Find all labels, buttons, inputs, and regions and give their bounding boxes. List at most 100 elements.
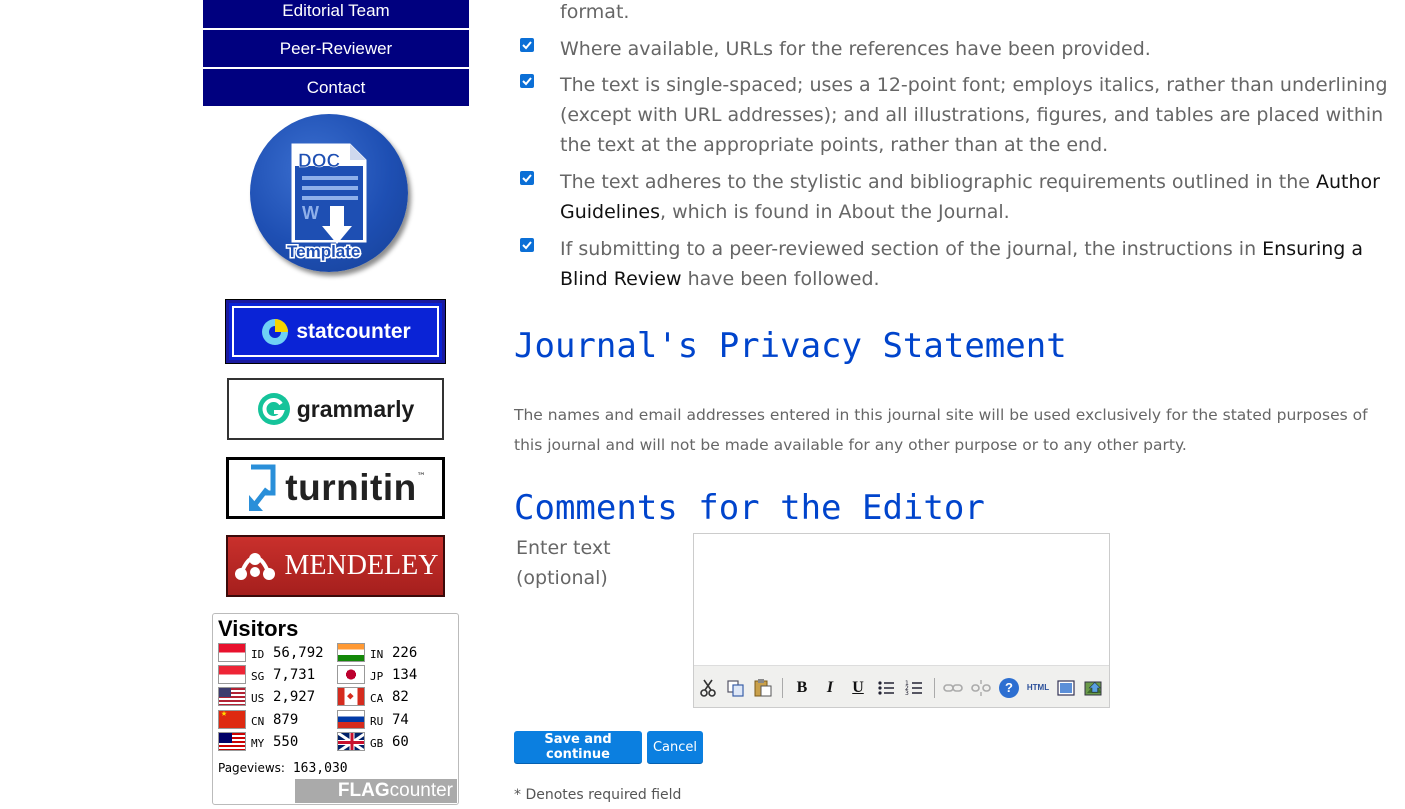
statcounter-badge[interactable]: statcounter	[225, 299, 446, 364]
checklist-text: Where available, URLs for the references…	[560, 38, 1151, 60]
checklist-text-pre: The text adheres to the stylistic and bi…	[560, 171, 1316, 193]
flag-counter-row: SG 7,731	[218, 665, 328, 685]
html-icon[interactable]: HTML	[1025, 678, 1051, 698]
checklist-checkbox[interactable]	[520, 74, 534, 88]
flag-counter-title: Visitors	[218, 616, 299, 641]
turnitin-logo-icon	[249, 464, 276, 511]
bullet-list-icon[interactable]	[876, 678, 896, 698]
turnitin-trademark: ™	[416, 472, 426, 482]
flag-counter-row: JP 134	[337, 665, 447, 685]
flag-counter-row: US 2,927	[218, 687, 328, 707]
doc-template-labels: DOC Template	[286, 151, 362, 263]
nav-peer-reviewer[interactable]: Peer-Reviewer	[203, 30, 469, 69]
russia-flag-icon	[337, 710, 365, 729]
country-count: 226	[392, 645, 418, 661]
checklist-checkbox[interactable]	[520, 171, 534, 185]
pageviews: Pageviews: 163,030	[218, 761, 348, 776]
statcounter-logo-icon	[262, 318, 289, 345]
unlink-icon[interactable]	[971, 678, 991, 698]
fullscreen-icon[interactable]	[1056, 678, 1076, 698]
svg-text:3: 3	[905, 690, 909, 697]
canada-flag-icon: ◆	[337, 687, 365, 706]
singapore-flag-icon	[218, 665, 246, 684]
nav-editorial-team[interactable]: Editorial Team	[203, 0, 469, 30]
checklist-text-post: have been followed.	[681, 268, 880, 290]
usa-flag-icon	[218, 687, 246, 706]
mendeley-logo-icon	[234, 553, 275, 580]
china-flag-icon: ★	[218, 710, 246, 729]
malaysia-flag-icon	[218, 732, 246, 751]
country-code: JP	[370, 670, 384, 683]
doc-template-link[interactable]: W DOC Template	[250, 114, 408, 272]
checklist-text-pre: If submitting to a peer-reviewed section…	[560, 238, 1263, 260]
italic-icon[interactable]: I	[820, 678, 840, 698]
country-count: 60	[392, 734, 409, 750]
copy-icon[interactable]	[726, 678, 746, 698]
flag-counter-row: ★ CN 879	[218, 710, 328, 730]
checklist-text-post: , which is found in About the Journal.	[659, 201, 1010, 223]
country-code: GB	[370, 737, 384, 750]
underline-icon[interactable]: U	[848, 678, 868, 698]
comments-textarea[interactable]	[694, 534, 1109, 666]
save-and-continue-button[interactable]: Save and continue	[514, 731, 642, 763]
comments-editor: B I U 123 ? HTML	[693, 533, 1110, 708]
flag-counter-widget[interactable]: Visitors ID 56,792 SG 7,731 US 2,927 ★ C…	[212, 613, 459, 805]
comments-heading: Comments for the Editor	[514, 488, 985, 528]
checkmark-icon	[522, 41, 532, 50]
upload-image-icon[interactable]	[1083, 676, 1107, 700]
country-code: MY	[251, 737, 265, 750]
doc-label: DOC	[298, 151, 341, 172]
toolbar-separator	[934, 678, 935, 698]
required-field-note: * Denotes required field	[514, 787, 682, 803]
cut-icon[interactable]	[698, 678, 718, 698]
country-code: IN	[370, 648, 384, 661]
country-count: 879	[273, 712, 299, 728]
country-code: CN	[251, 715, 265, 728]
country-code: ID	[251, 648, 265, 661]
toolbar-separator	[782, 678, 783, 698]
turnitin-badge[interactable]: turnitin ™	[226, 457, 445, 519]
country-code: CA	[370, 692, 384, 705]
india-flag-icon	[337, 643, 365, 662]
cancel-button[interactable]: Cancel	[647, 731, 703, 763]
privacy-heading: Journal's Privacy Statement	[514, 326, 1067, 366]
checklist-text: The text adheres to the stylistic and bi…	[560, 167, 1390, 227]
pageviews-value: 163,030	[292, 761, 348, 776]
template-label: Template	[287, 242, 360, 261]
flag-counter-row: ◆ CA 82	[337, 687, 447, 707]
sidebar: Editorial Team Peer-Reviewer Contact W D…	[203, 0, 469, 805]
comments-label: Enter text (optional)	[516, 537, 611, 589]
country-count: 2,927	[273, 689, 316, 705]
checklist-fragment: format.	[560, 1, 630, 23]
country-code: RU	[370, 715, 384, 728]
nav-contact[interactable]: Contact	[203, 69, 469, 108]
flag-counter-row: MY 550	[218, 732, 328, 752]
link-icon[interactable]	[943, 678, 963, 698]
statcounter-label: statcounter	[296, 319, 411, 343]
grammarly-badge[interactable]: grammarly	[227, 378, 444, 440]
indonesia-flag-icon	[218, 643, 246, 662]
numbered-list-icon[interactable]: 123	[904, 678, 924, 698]
checklist-checkbox[interactable]	[520, 238, 534, 252]
country-count: 56,792	[273, 645, 324, 661]
privacy-statement: The names and email addresses entered in…	[514, 406, 1368, 454]
uk-flag-icon	[337, 732, 365, 751]
grammarly-label: grammarly	[296, 395, 415, 422]
bold-icon[interactable]: B	[792, 678, 812, 698]
flag-counter-row: IN 226	[337, 643, 447, 663]
country-count: 82	[392, 689, 409, 705]
paste-icon[interactable]	[753, 678, 773, 698]
checkmark-icon	[522, 174, 532, 183]
mendeley-badge[interactable]: MENDELEY	[226, 535, 445, 597]
checkmark-icon	[522, 241, 532, 250]
country-count: 74	[392, 712, 409, 728]
checklist-checkbox[interactable]	[520, 38, 534, 52]
country-code: SG	[251, 670, 265, 683]
help-icon[interactable]: ?	[999, 678, 1019, 698]
checkmark-icon	[522, 77, 532, 86]
flag-counter-row: ID 56,792	[218, 643, 328, 663]
checklist-text: The text is single-spaced; uses a 12-poi…	[560, 74, 1388, 156]
turnitin-label: turnitin	[285, 467, 417, 508]
flag-counter-row: GB 60	[337, 732, 447, 752]
flag-counter-brand-light: counter	[389, 780, 453, 801]
